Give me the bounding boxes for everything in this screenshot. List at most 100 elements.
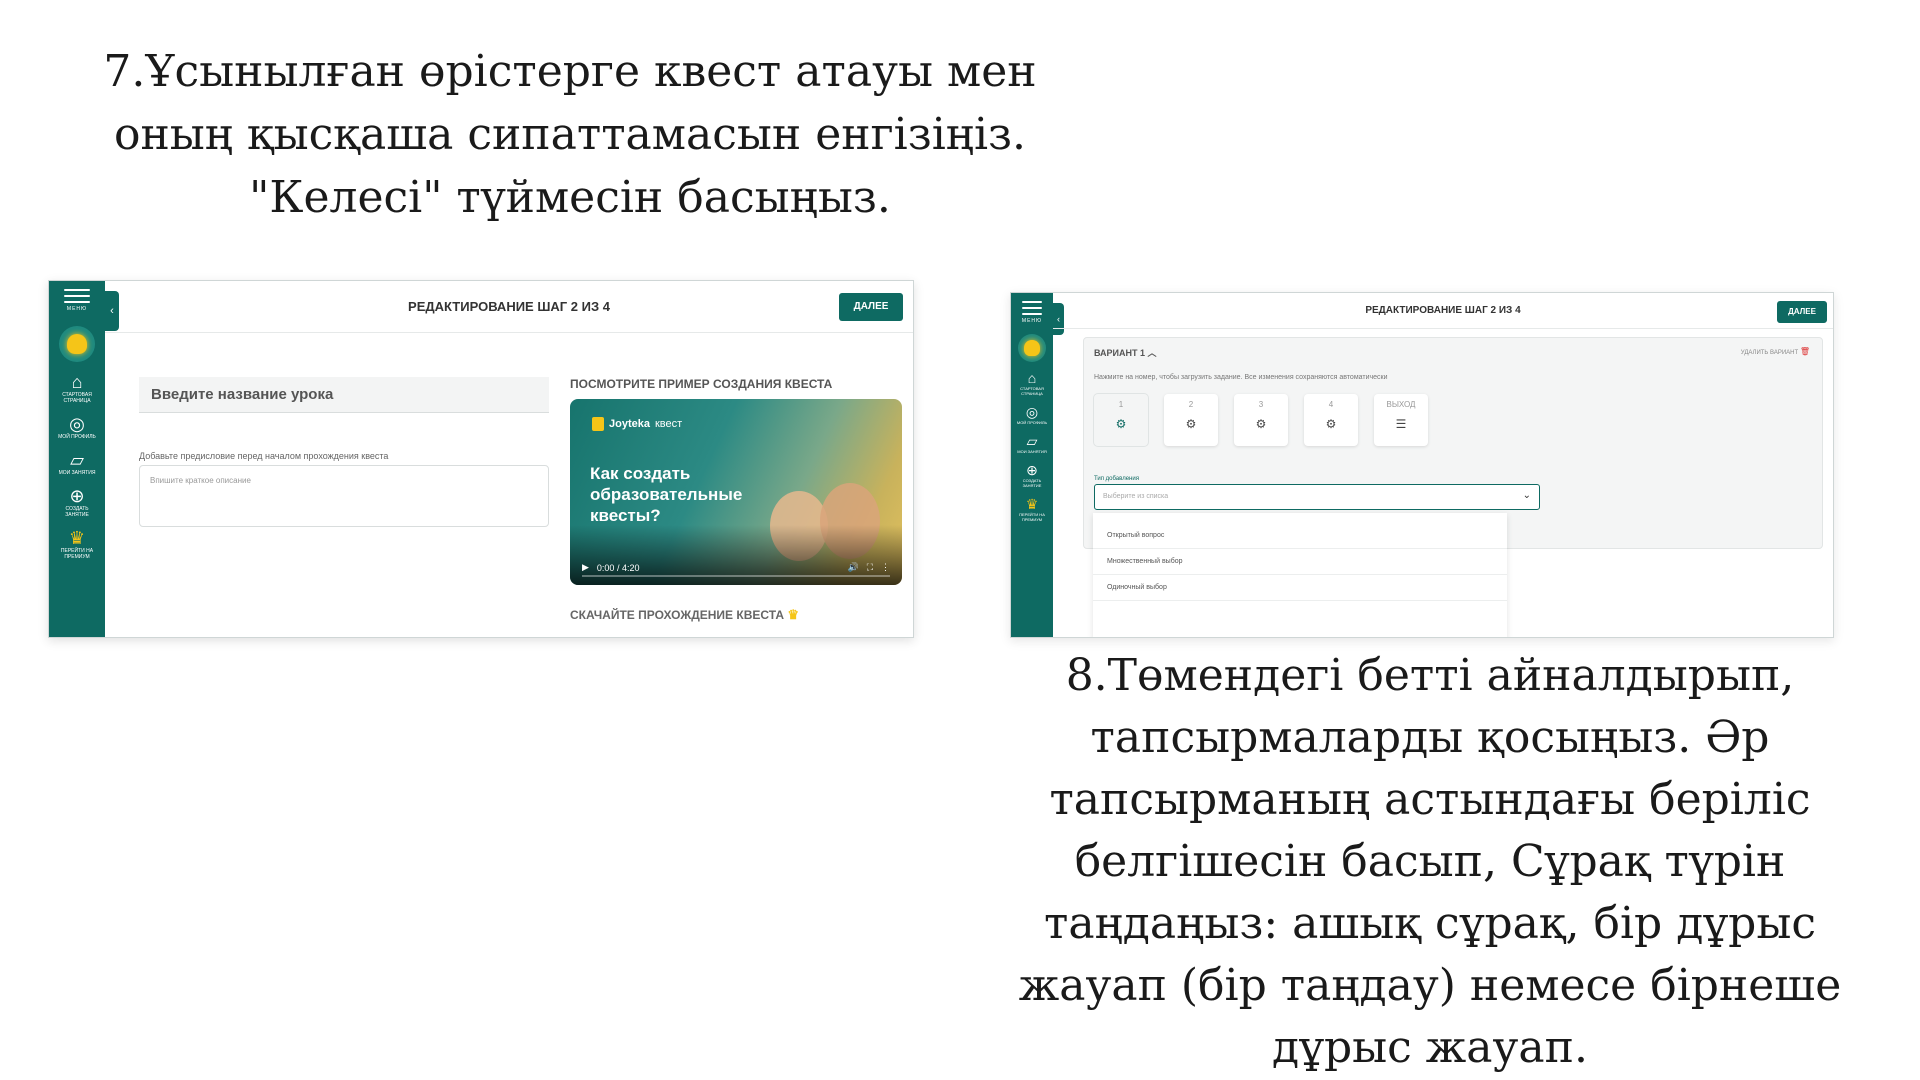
- delete-variant-button[interactable]: УДАЛИТЬ ВАРИАНТ 🗑: [1741, 347, 1810, 356]
- play-icon[interactable]: ▶: [582, 562, 589, 573]
- sidebar-item-label: Перейти на премиум: [1019, 512, 1045, 522]
- trash-icon: 🗑: [1799, 347, 1810, 356]
- gear-icon[interactable]: ⚙: [1164, 417, 1218, 431]
- question-type-dropdown: Открытый вопрос Множественный выбор Один…: [1093, 513, 1507, 637]
- sidebar-item-label: Мой профиль: [58, 434, 96, 440]
- task-tile-1[interactable]: 1 ⚙: [1094, 394, 1148, 446]
- menu-label: МЕНЮ: [66, 306, 88, 312]
- delete-variant-label: УДАЛИТЬ ВАРИАНТ: [1740, 350, 1799, 356]
- crown-icon: ♛: [787, 607, 799, 622]
- sidebar-item-create-lesson[interactable]: ⊕ Создать занятие: [1014, 462, 1050, 488]
- menu-button[interactable]: МЕНЮ: [64, 289, 90, 312]
- example-video-heading: ПОСМОТРИТЕ ПРИМЕР СОЗДАНИЯ КВЕСТА: [570, 377, 833, 391]
- option-single-choice[interactable]: Одиночный выбор: [1093, 575, 1507, 601]
- example-video-player[interactable]: Joyteka квест Как создать образовательны…: [570, 399, 902, 585]
- sidebar-item-label: Перейти на премиум: [60, 548, 94, 560]
- menu-label: МЕНЮ: [1021, 318, 1043, 324]
- plus-circle-icon: ⊕: [1026, 462, 1038, 478]
- brand-name: Joyteka: [609, 418, 650, 430]
- folder-icon: ▱: [1026, 433, 1038, 449]
- next-button[interactable]: ДАЛЕЕ: [839, 293, 903, 321]
- sidebar: МЕНЮ ⌂ Стартовая страница ◎ Мой профиль …: [49, 281, 105, 637]
- hamburger-icon: [64, 289, 90, 303]
- hamburger-icon: [1021, 301, 1042, 315]
- download-heading-text: СКАЧАЙТЕ ПРОХОЖДЕНИЕ КВЕСТА: [570, 608, 784, 622]
- download-walkthrough-heading: СКАЧАЙТЕ ПРОХОЖДЕНИЕ КВЕСТА ♛: [570, 607, 799, 623]
- preface-label: Добавьте предисловие перед началом прохо…: [139, 451, 389, 461]
- task-tile-2[interactable]: 2 ⚙: [1164, 394, 1218, 446]
- sidebar-item-label: Мои занятия: [58, 470, 96, 476]
- brand-suffix: квест: [654, 418, 683, 430]
- question-type-placeholder: Выберите из списка: [1103, 493, 1169, 500]
- sidebar-item-premium[interactable]: ♛ Перейти на премиум: [54, 528, 100, 560]
- editor-header: РЕДАКТИРОВАНИЕ ШАГ 2 ИЗ 4 ДАЛЕЕ: [105, 281, 913, 333]
- sidebar-item-home[interactable]: ⌂ Стартовая страница: [54, 372, 100, 404]
- editor-screenshot-tasks: МЕНЮ ⌂ Стартовая страница ◎ Мой профиль …: [1010, 292, 1834, 638]
- task-tile-exit[interactable]: ВЫХОД ☰: [1374, 394, 1428, 446]
- folder-icon: ▱: [70, 450, 84, 470]
- sidebar-item-label: Создать занятие: [65, 506, 89, 518]
- task-number: ВЫХОД: [1386, 400, 1416, 409]
- sidebar-item-label: Создать занятие: [1022, 478, 1042, 488]
- volume-icon[interactable]: 🔊: [847, 562, 858, 573]
- profile-icon: ◎: [69, 414, 85, 434]
- gear-icon[interactable]: ⚙: [1304, 417, 1358, 431]
- video-time: 0:00 / 4:20: [596, 562, 640, 573]
- lightbulb-logo-icon: [1018, 334, 1046, 362]
- next-button[interactable]: ДАЛЕЕ: [1777, 301, 1827, 323]
- gear-icon[interactable]: ⚙: [1234, 417, 1288, 431]
- task-tiles: 1 ⚙ 2 ⚙ 3 ⚙ 4 ⚙ ВЫХОД ☰: [1094, 394, 1428, 446]
- sidebar-item-label: Мои занятия: [1017, 449, 1047, 454]
- sidebar-item-profile[interactable]: ◎ Мой профиль: [54, 414, 100, 440]
- video-progress-bar[interactable]: [582, 575, 890, 577]
- variant-title: ВАРИАНТ 1: [1094, 348, 1146, 358]
- sidebar-item-profile[interactable]: ◎ Мой профиль: [1014, 404, 1050, 425]
- more-options-icon[interactable]: ⋮: [881, 562, 890, 573]
- sidebar-item-label: Мой профиль: [1016, 420, 1048, 425]
- step-title: РЕДАКТИРОВАНИЕ ШАГ 2 ИЗ 4: [408, 299, 610, 314]
- video-title: Как создать образовательные квесты?: [590, 464, 743, 525]
- home-icon: ⌂: [1027, 370, 1037, 386]
- short-description-input[interactable]: Впишите краткое описание: [139, 465, 549, 527]
- video-controls: ▶ 0:00 / 4:20 🔊 ⛶ ⋮: [582, 562, 890, 573]
- chevron-up-icon: ︿: [1147, 348, 1157, 358]
- editor-header: РЕДАКТИРОВАНИЕ ШАГ 2 ИЗ 4 ДАЛЕЕ: [1053, 293, 1833, 329]
- task-number: 4: [1328, 400, 1334, 409]
- task-number: 1: [1118, 400, 1124, 409]
- sidebar-item-my-lessons[interactable]: ▱ Мои занятия: [54, 450, 100, 476]
- sidebar-item-label: Стартовая страница: [62, 392, 92, 404]
- task-number: 2: [1188, 400, 1194, 409]
- option-multiple-choice[interactable]: Множественный выбор: [1093, 549, 1507, 575]
- task-tile-4[interactable]: 4 ⚙: [1304, 394, 1358, 446]
- step8-caption: 8.Төмендегі бетті айналдырып, тапсырмала…: [1018, 650, 1842, 1073]
- gear-icon[interactable]: ⚙: [1094, 417, 1148, 431]
- joyteka-logo: Joyteka квест: [592, 417, 682, 431]
- tasks-hint: Нажмите на номер, чтобы загрузить задани…: [1094, 374, 1388, 381]
- sidebar-item-premium[interactable]: ♛ Перейти на премиум: [1014, 496, 1050, 522]
- task-tile-3[interactable]: 3 ⚙: [1234, 394, 1288, 446]
- sidebar-item-home[interactable]: ⌂ Стартовая страница: [1014, 370, 1050, 396]
- task-number: 3: [1258, 400, 1264, 409]
- crown-icon: ♛: [1025, 496, 1039, 512]
- lesson-name-input[interactable]: Введите название урока: [139, 377, 549, 413]
- variant-toggle[interactable]: ВАРИАНТ 1 ︿: [1094, 346, 1157, 359]
- home-icon: ⌂: [71, 372, 83, 392]
- plus-circle-icon: ⊕: [69, 486, 85, 506]
- question-type-label: Тип добавления: [1094, 476, 1139, 482]
- sidebar-item-label: Стартовая страница: [1020, 386, 1044, 396]
- chevron-down-icon: ⌄: [1522, 490, 1531, 501]
- step7-caption: 7.Ұсынылған өрістерге квест атауы мен он…: [103, 46, 1037, 223]
- option-open-question[interactable]: Открытый вопрос: [1093, 523, 1507, 549]
- list-settings-icon[interactable]: ☰: [1374, 417, 1428, 431]
- profile-icon: ◎: [1025, 404, 1039, 420]
- editor-screenshot-step-title: МЕНЮ ⌂ Стартовая страница ◎ Мой профиль …: [48, 280, 914, 638]
- lightbulb-logo-icon: [59, 326, 95, 362]
- crown-icon: ♛: [68, 528, 86, 548]
- sidebar-item-create-lesson[interactable]: ⊕ Создать занятие: [54, 486, 100, 518]
- joyteka-logo-icon: [592, 417, 604, 431]
- menu-button[interactable]: МЕНЮ: [1022, 301, 1042, 324]
- sidebar-item-my-lessons[interactable]: ▱ Мои занятия: [1014, 433, 1050, 454]
- step-title: РЕДАКТИРОВАНИЕ ШАГ 2 ИЗ 4: [1365, 305, 1521, 316]
- question-type-select[interactable]: Выберите из списка ⌄: [1094, 484, 1540, 510]
- fullscreen-icon[interactable]: ⛶: [867, 562, 873, 573]
